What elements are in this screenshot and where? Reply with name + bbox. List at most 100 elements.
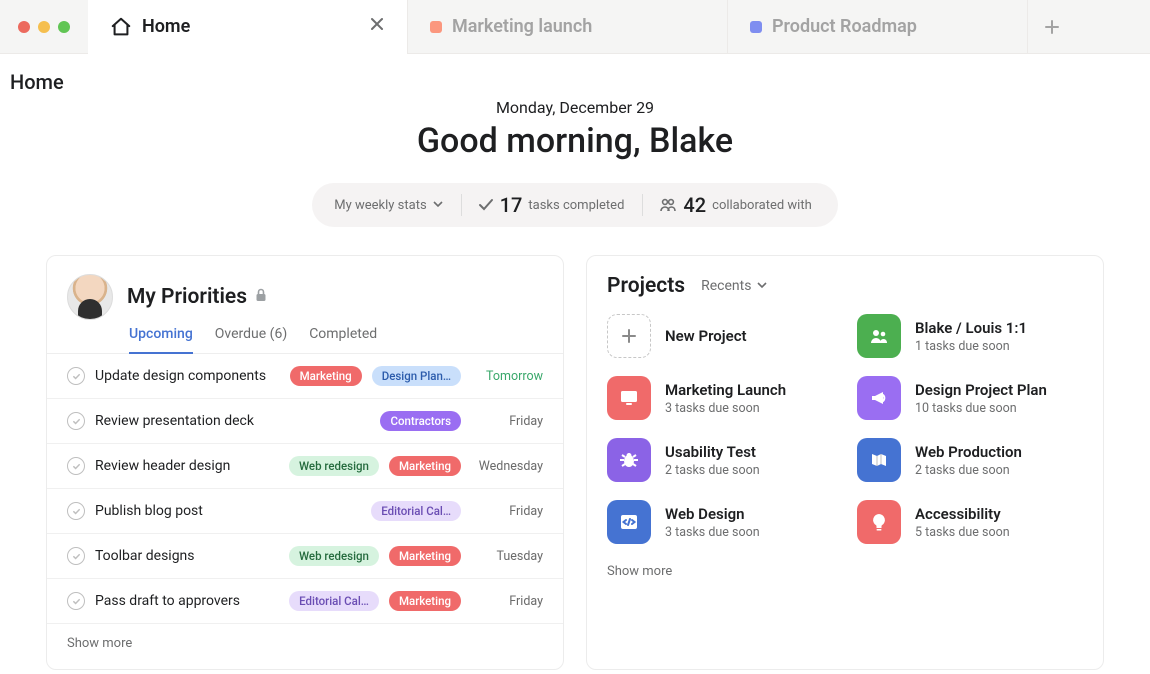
- code-icon: [607, 500, 651, 544]
- monitor-icon: [607, 376, 651, 420]
- tab-product-roadmap[interactable]: Product Roadmap: [728, 0, 1028, 54]
- close-tab-icon[interactable]: [369, 16, 385, 37]
- priorities-tabs: Upcoming Overdue (6) Completed: [47, 320, 563, 354]
- task-row[interactable]: Publish blog post Editorial Cal… Friday: [47, 489, 563, 534]
- project-name: Blake / Louis 1:1: [915, 319, 1027, 337]
- task-complete-checkbox[interactable]: [67, 412, 85, 430]
- stat-count: 17: [500, 193, 523, 217]
- project-subtitle: 5 tasks due soon: [915, 525, 1010, 540]
- task-due: Friday: [471, 414, 543, 429]
- tab-label: Product Roadmap: [772, 16, 1005, 37]
- project-text: Accessibility5 tasks due soon: [915, 505, 1010, 540]
- stats-bar: My weekly stats 17 tasks completed 42 co…: [312, 183, 838, 227]
- divider: [642, 194, 643, 216]
- window-minimize-button[interactable]: [38, 21, 50, 33]
- stats-dropdown-label: My weekly stats: [334, 198, 426, 213]
- task-complete-checkbox[interactable]: [67, 592, 85, 610]
- tab-marketing-launch[interactable]: Marketing launch: [408, 0, 728, 54]
- breadcrumb: Home: [0, 54, 1150, 94]
- stat-label: collaborated with: [712, 198, 812, 213]
- divider: [461, 194, 462, 216]
- projects-show-more[interactable]: Show more: [587, 544, 1103, 583]
- stat-label: tasks completed: [528, 198, 624, 213]
- project-text: Marketing Launch3 tasks due soon: [665, 381, 786, 416]
- hero-greeting: Good morning, Blake: [0, 121, 1150, 161]
- project-name: Design Project Plan: [915, 381, 1047, 399]
- project-name: New Project: [665, 327, 747, 345]
- project-item[interactable]: Marketing Launch3 tasks due soon: [607, 376, 833, 420]
- window-close-button[interactable]: [18, 21, 30, 33]
- project-subtitle: 1 tasks due soon: [915, 339, 1027, 354]
- task-title: Update design components: [95, 368, 280, 384]
- priorities-tab-completed[interactable]: Completed: [309, 326, 377, 353]
- stats-dropdown[interactable]: My weekly stats: [334, 198, 460, 213]
- task-title: Toolbar designs: [95, 548, 279, 564]
- task-row[interactable]: Toolbar designs Web redesign Marketing Tues…: [47, 534, 563, 579]
- project-badge[interactable]: Web redesign: [289, 546, 379, 566]
- chevron-down-icon: [757, 278, 767, 294]
- projects-title: Projects: [607, 274, 685, 298]
- task-title: Pass draft to approvers: [95, 593, 279, 609]
- plus-icon: [607, 314, 651, 358]
- project-badge[interactable]: Contractors: [380, 411, 461, 431]
- project-name: Web Design: [665, 505, 760, 523]
- task-title: Publish blog post: [95, 503, 361, 519]
- task-complete-checkbox[interactable]: [67, 547, 85, 565]
- project-text: Web Production 2 tasks due soon: [915, 443, 1022, 478]
- task-complete-checkbox[interactable]: [67, 367, 85, 385]
- project-item[interactable]: Accessibility5 tasks due soon: [857, 500, 1083, 544]
- task-row[interactable]: Review presentation deck Contractors Frida…: [47, 399, 563, 444]
- project-badge[interactable]: Marketing: [389, 546, 461, 566]
- project-name: Web Production: [915, 443, 1022, 461]
- task-complete-checkbox[interactable]: [67, 457, 85, 475]
- projects-sort-dropdown[interactable]: Recents: [701, 278, 767, 294]
- project-badge[interactable]: Marketing: [389, 456, 461, 476]
- projects-header: Projects Recents: [587, 274, 1103, 308]
- project-item[interactable]: Design Project Plan 10 tasks due soon: [857, 376, 1083, 420]
- people-icon: [857, 314, 901, 358]
- project-badge[interactable]: Design Plan…: [372, 366, 461, 386]
- task-due: Tuesday: [471, 549, 543, 564]
- task-due: Friday: [471, 504, 543, 519]
- project-badge[interactable]: Editorial Cal…: [371, 501, 461, 521]
- projects-dropdown-label: Recents: [701, 278, 751, 294]
- priorities-header: My Priorities: [47, 274, 563, 320]
- project-item[interactable]: New Project: [607, 314, 833, 358]
- project-item[interactable]: Web Production 2 tasks due soon: [857, 438, 1083, 482]
- project-badge[interactable]: Web redesign: [289, 456, 379, 476]
- project-badge[interactable]: Editorial Cal…: [289, 591, 379, 611]
- project-badge[interactable]: Marketing: [290, 366, 362, 386]
- project-subtitle: 2 tasks due soon: [915, 463, 1022, 478]
- project-text: Web Design3 tasks due soon: [665, 505, 760, 540]
- project-text: New Project: [665, 327, 747, 345]
- project-subtitle: 10 tasks due soon: [915, 401, 1047, 416]
- task-row[interactable]: Pass draft to approvers Editorial Cal… Mar…: [47, 579, 563, 624]
- tab-label: Marketing launch: [452, 16, 705, 37]
- avatar[interactable]: [67, 274, 113, 320]
- hero-date: Monday, December 29: [0, 98, 1150, 117]
- priorities-title-row: My Priorities: [127, 285, 267, 309]
- project-color-dot: [750, 21, 762, 33]
- cards-row: My Priorities Upcoming Overdue (6) Compl…: [0, 227, 1150, 670]
- window-controls: [0, 21, 88, 33]
- window-maximize-button[interactable]: [58, 21, 70, 33]
- project-badge[interactable]: Marketing: [389, 591, 461, 611]
- tab-home[interactable]: Home: [88, 0, 408, 54]
- project-item[interactable]: Web Design3 tasks due soon: [607, 500, 833, 544]
- priorities-tab-upcoming[interactable]: Upcoming: [129, 326, 193, 354]
- task-row[interactable]: Review header design Web redesign Marketin…: [47, 444, 563, 489]
- new-tab-button[interactable]: [1028, 19, 1076, 35]
- priorities-tab-overdue[interactable]: Overdue (6): [215, 326, 287, 353]
- task-due: Wednesday: [471, 459, 543, 474]
- lock-icon: [255, 288, 267, 306]
- stat-count: 42: [683, 193, 706, 217]
- task-due: Tomorrow: [471, 369, 543, 384]
- task-complete-checkbox[interactable]: [67, 502, 85, 520]
- priorities-show-more[interactable]: Show more: [47, 624, 563, 655]
- project-item[interactable]: Blake / Louis 1:1 1 tasks due soon: [857, 314, 1083, 358]
- task-row[interactable]: Update design components Marketing Design …: [47, 354, 563, 399]
- task-due: Friday: [471, 594, 543, 609]
- project-item[interactable]: Usability Test2 tasks due soon: [607, 438, 833, 482]
- task-title: Review presentation deck: [95, 413, 370, 429]
- task-title: Review header design: [95, 458, 279, 474]
